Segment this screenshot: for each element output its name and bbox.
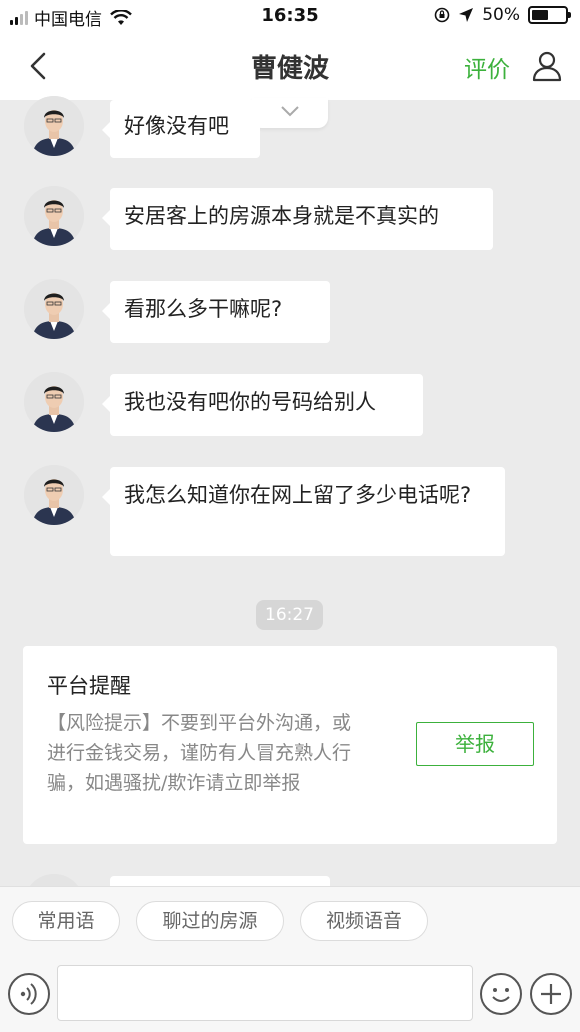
avatar[interactable] (24, 465, 84, 525)
voice-icon (20, 983, 37, 1005)
input-row (0, 963, 580, 1032)
collapse-toggle[interactable] (252, 98, 328, 128)
message-input[interactable] (57, 965, 473, 1021)
chevron-down-icon (281, 106, 299, 117)
avatar[interactable] (24, 186, 84, 246)
rate-button[interactable]: 评价 (464, 50, 510, 84)
avatar[interactable] (24, 372, 84, 432)
battery-icon (528, 6, 571, 24)
agent-avatar-image (24, 279, 84, 339)
avatar[interactable] (24, 96, 84, 156)
plus-icon (541, 984, 561, 1004)
agent-avatar-image (24, 465, 84, 525)
battery-fill (532, 10, 548, 20)
nav-bar: 曹健波 评价 (0, 32, 580, 100)
battery-percent: 50% (482, 5, 520, 25)
message-bubble[interactable]: 好像没有吧 (102, 100, 260, 158)
message-bubble[interactable]: 我也没有吧你的号码给别人 (102, 374, 423, 436)
agent-avatar-image (24, 186, 84, 246)
emoji-button[interactable] (480, 973, 522, 1015)
report-button[interactable]: 举报 (416, 722, 534, 766)
quick-reply-chatted-listings[interactable]: 聊过的房源 (136, 901, 284, 941)
message-bubble[interactable]: 我怎么知道你在网上留了多少电话呢? (102, 467, 505, 556)
message-bubble[interactable]: 安居客上的房源本身就是不真实的 (102, 188, 493, 250)
status-bar: 中国电信 16:35 50% (0, 0, 580, 32)
quick-reply-video-voice[interactable]: 视频语音 (300, 901, 428, 941)
quick-reply-common-phrases[interactable]: 常用语 (12, 901, 120, 941)
location-arrow-icon (459, 8, 474, 22)
rotation-lock-icon (434, 7, 450, 23)
avatar[interactable] (24, 279, 84, 339)
smiley-icon (492, 988, 510, 1002)
bottom-panel: 常用语 聊过的房源 视频语音 (0, 886, 580, 1032)
profile-icon[interactable] (530, 48, 564, 82)
more-options-button[interactable] (530, 973, 572, 1015)
voice-toggle-button[interactable] (8, 973, 50, 1015)
notice-body: 【风险提示】不要到平台外沟通，或进行金钱交易，谨防有人冒充熟人行骗，如遇骚扰/欺… (47, 712, 352, 794)
agent-avatar-image (24, 372, 84, 432)
message-bubble[interactable]: 看那么多干嘛呢? (102, 281, 330, 343)
timestamp-chip: 16:27 (256, 600, 323, 630)
status-right: 50% (434, 5, 571, 25)
notice-title: 平台提醒 (47, 674, 131, 698)
platform-notice-card: 平台提醒 【风险提示】不要到平台外沟通，或进行金钱交易，谨防有人冒充熟人行骗，如… (23, 646, 557, 844)
agent-avatar-image (24, 96, 84, 156)
